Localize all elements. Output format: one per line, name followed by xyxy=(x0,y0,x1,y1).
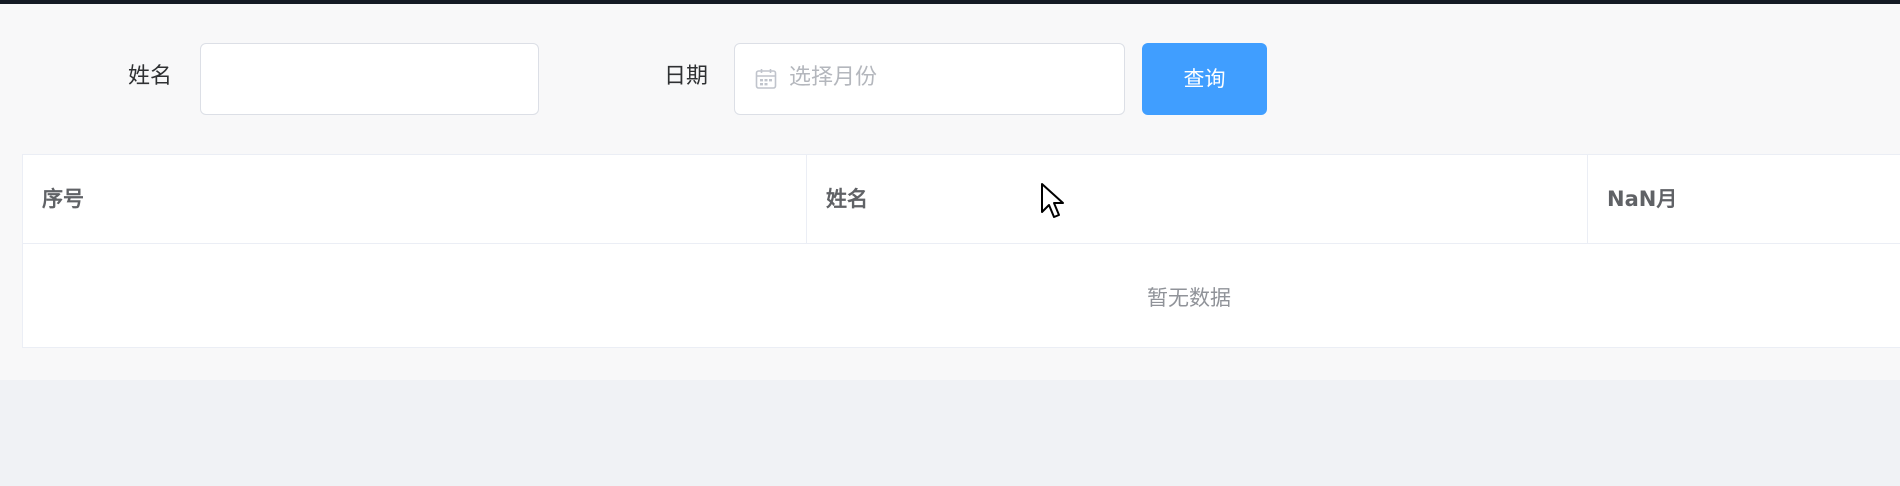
data-table: 序号 姓名 NaN月 暂无数据 xyxy=(22,154,1900,348)
table-header: 序号 姓名 NaN月 xyxy=(23,155,1900,244)
name-input[interactable] xyxy=(200,43,539,115)
month-picker-input[interactable]: 选择月份 xyxy=(734,43,1125,115)
column-header-name[interactable]: 姓名 xyxy=(807,155,1588,243)
column-header-index[interactable]: 序号 xyxy=(23,155,807,243)
date-label: 日期 xyxy=(664,64,709,89)
name-label: 姓名 xyxy=(128,64,173,89)
content-panel: 姓名 日期 选择月份 查询 序号 姓名 NaN月 暂无数据 xyxy=(0,4,1900,380)
empty-state-text: 暂无数据 xyxy=(1147,286,1231,310)
date-placeholder: 选择月份 xyxy=(789,65,878,90)
calendar-icon xyxy=(755,69,777,89)
column-header-month[interactable]: NaN月 xyxy=(1588,155,1900,243)
query-button[interactable]: 查询 xyxy=(1142,43,1267,115)
mouse-pointer-icon xyxy=(1041,183,1064,218)
